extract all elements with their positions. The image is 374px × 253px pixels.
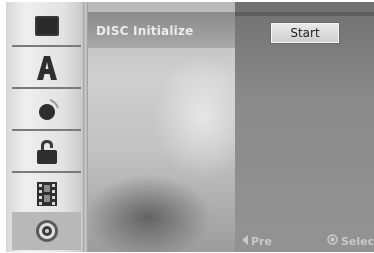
main-panel: DISC Initialize Start Pre Selec [88, 2, 374, 252]
previous-hint-label: Pre [251, 234, 272, 248]
sidebar-item-display[interactable] [12, 6, 81, 47]
select-hint-label: Selec [341, 234, 374, 248]
sidebar-item-disc[interactable] [12, 212, 81, 250]
setup-category-sidebar [6, 2, 83, 252]
disc-icon [34, 218, 60, 244]
sidebar-item-language[interactable] [12, 48, 81, 89]
previous-hint: Pre [241, 234, 272, 248]
audio-speaker-icon [34, 98, 60, 122]
options-pane: DISC Initialize [88, 2, 235, 252]
option-disc-initialize[interactable]: DISC Initialize [96, 24, 193, 38]
letter-a-icon [36, 55, 58, 81]
start-button[interactable]: Start [271, 23, 339, 43]
value-pane-border [235, 12, 374, 16]
monitor-icon [34, 15, 60, 37]
sidebar-item-audio[interactable] [12, 90, 81, 131]
lock-icon [35, 139, 59, 165]
film-strip-icon [35, 181, 59, 207]
left-arrow-icon [241, 234, 249, 248]
enter-button-icon [327, 234, 338, 248]
select-hint: Selec [327, 234, 374, 248]
sidebar-item-lock[interactable] [12, 132, 81, 173]
setup-menu-screen: DISC Initialize Start Pre Selec [0, 0, 374, 253]
sidebar-item-recording[interactable] [12, 174, 81, 215]
value-pane: Start [235, 2, 374, 252]
navigation-hint-bar: Pre Selec [235, 230, 374, 252]
